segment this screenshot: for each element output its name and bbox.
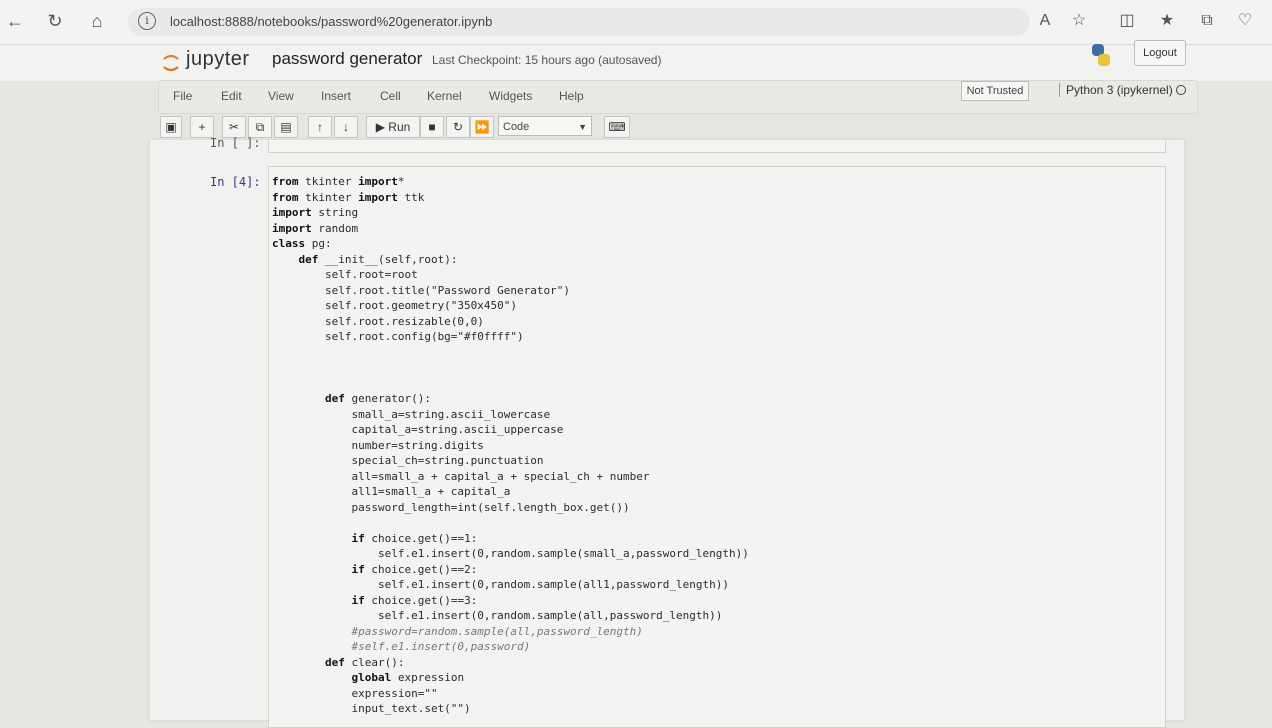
code-line: import string (272, 206, 359, 219)
run-button[interactable]: ▶ Run (366, 116, 420, 138)
info-icon[interactable]: i (138, 12, 156, 30)
code-line: capital_a=string.ascii_uppercase (272, 423, 564, 436)
python-logo-icon (1092, 44, 1110, 66)
menubar: File Edit View Insert Cell Kernel Widget… (158, 80, 1198, 114)
code-line: #self.e1.insert(0,password) (272, 640, 531, 653)
url-text[interactable]: localhost:8888/notebooks/password%20gene… (170, 14, 492, 29)
favorites-icon[interactable]: ★ (1156, 10, 1178, 32)
code-line: all=small_a + capital_a + special_ch + n… (272, 469, 650, 483)
command-palette-icon[interactable]: ⌨ (604, 116, 630, 138)
code-line: def __init__(self,root): (298, 252, 458, 266)
code-line: if choice.get()==3: (351, 593, 478, 607)
run-label: Run (388, 120, 411, 134)
menu-help[interactable]: Help (559, 89, 584, 103)
code-line: from tkinter import* (272, 175, 405, 188)
move-down-icon[interactable]: ↓ (334, 116, 358, 138)
not-trusted-button[interactable]: Not Trusted (961, 81, 1029, 101)
copy-icon[interactable]: ⧉ (248, 116, 272, 138)
browser-essentials-icon[interactable]: ♡ (1234, 10, 1256, 32)
code-line: class pg: (272, 237, 332, 250)
run-icon: ▶ (375, 120, 385, 134)
code-line: if choice.get()==1: (351, 531, 478, 545)
code-line: self.root.resizable(0,0) (272, 314, 484, 328)
code-line: self.e1.insert(0,random.sample(small_a,p… (272, 547, 749, 560)
jupyter-header: jupyter password generator Last Checkpoi… (0, 40, 1272, 81)
checkpoint-status: Last Checkpoint: 15 hours ago (autosaved… (432, 53, 662, 67)
kernel-status-icon (1176, 85, 1186, 95)
code-line: password_length=int(self.length_box.get(… (272, 500, 630, 514)
code-line: small_a=string.ascii_lowercase (272, 407, 551, 421)
cell-type-value: Code (503, 121, 530, 133)
code-line: import random (272, 221, 359, 235)
collections-icon[interactable]: ⧉ (1196, 10, 1218, 32)
code-line: number=string.digits (272, 438, 484, 452)
previous-cell-prompt: In [ ]: (210, 136, 261, 150)
menu-kernel[interactable]: Kernel (427, 89, 462, 103)
menu-cell[interactable]: Cell (380, 89, 401, 103)
restart-run-all-icon[interactable]: ⏩ (470, 116, 494, 138)
paste-icon[interactable]: ▤ (274, 116, 298, 138)
browser-toolbar: ← ↻ ⌂ i localhost:8888/notebooks/passwor… (0, 0, 1272, 45)
code-line: special_ch=string.punctuation (272, 454, 544, 467)
notebook-toolbar: ▣ + ✂ ⧉ ▤ ↑ ↓ ▶ Run ■ ↻ ⏩ Code ▼ ⌨ (158, 114, 1196, 140)
code-line: self.e1.insert(0,random.sample(all,passw… (272, 609, 723, 622)
save-icon[interactable]: ▣ (160, 116, 182, 138)
back-icon[interactable]: ← (4, 10, 26, 32)
split-screen-icon[interactable]: ◫ (1116, 10, 1138, 32)
code-line: input_text.set("") (272, 702, 471, 715)
chevron-down-icon: ▼ (578, 122, 587, 132)
menu-view[interactable]: View (268, 89, 294, 103)
reload-icon[interactable]: ↻ (44, 10, 66, 32)
menu-file[interactable]: File (173, 89, 192, 103)
cell-type-select[interactable]: Code ▼ (498, 116, 592, 136)
code-line: self.root.geometry("350x450") (272, 299, 518, 312)
menu-insert[interactable]: Insert (321, 89, 351, 103)
favorite-star-icon[interactable]: ☆ (1068, 10, 1090, 32)
address-bar[interactable]: i localhost:8888/notebooks/password%20ge… (128, 8, 1030, 36)
interrupt-icon[interactable]: ■ (420, 116, 444, 138)
code-line: def clear(): (324, 655, 405, 669)
code-editor[interactable]: from tkinter import* from tkinter import … (272, 174, 749, 717)
restart-icon[interactable]: ↻ (446, 116, 470, 138)
kernel-name[interactable]: Python 3 (ipykernel) (1059, 83, 1173, 97)
previous-code-cell[interactable] (268, 140, 1166, 153)
home-icon[interactable]: ⌂ (86, 10, 108, 32)
notebook-name[interactable]: password generator (272, 49, 422, 69)
code-line: global expression (351, 671, 465, 684)
jupyter-logo-icon[interactable] (162, 53, 180, 73)
logout-button[interactable]: Logout (1134, 40, 1186, 66)
cell-prompt: In [4]: (210, 175, 261, 189)
read-aloud-icon[interactable]: A (1034, 10, 1056, 32)
code-line: self.root=root (272, 268, 418, 281)
code-line: def generator(): (324, 392, 431, 405)
code-line: self.root.title("Password Generator") (272, 283, 571, 297)
menu-edit[interactable]: Edit (221, 89, 242, 103)
code-line: #password=random.sample(all,password_len… (272, 624, 643, 638)
code-line: all1=small_a + capital_a (272, 485, 511, 498)
cut-icon[interactable]: ✂ (222, 116, 246, 138)
move-up-icon[interactable]: ↑ (308, 116, 332, 138)
code-line: self.e1.insert(0,random.sample(all1,pass… (272, 578, 729, 591)
code-line: from tkinter import ttk (272, 190, 425, 204)
code-line: self.root.config(bg="#f0ffff") (272, 330, 524, 343)
jupyter-logo-text[interactable]: jupyter (186, 48, 250, 71)
code-line: expression="" (272, 686, 438, 700)
code-line: if choice.get()==2: (351, 562, 478, 576)
menu-widgets[interactable]: Widgets (489, 89, 532, 103)
insert-cell-icon[interactable]: + (190, 116, 214, 138)
